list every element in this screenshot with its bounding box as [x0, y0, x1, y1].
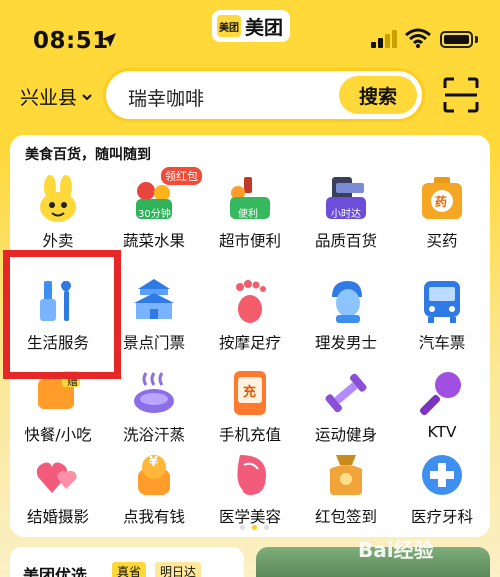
page-dot: [240, 525, 245, 530]
convenience-tag: 便利: [238, 209, 258, 220]
youxuan-banner[interactable]: 美团优选 真省 明日达: [10, 547, 244, 577]
category-label: 理发男士: [314, 334, 377, 352]
bus-icon: [418, 277, 466, 325]
yuan-tag: ¥: [149, 455, 159, 470]
temple-icon: [130, 277, 178, 325]
battery-tip: [475, 36, 478, 43]
category-supermarket[interactable]: 便利 超市便利: [202, 175, 298, 275]
category-label: 运动健身: [314, 426, 377, 444]
spa-icon: [130, 369, 178, 417]
category-quality-goods[interactable]: 小时达 品质百货: [298, 175, 394, 275]
microphone-icon: [418, 369, 466, 417]
youxuan-title: 美团优选: [23, 566, 88, 577]
category-label: 超市便利: [218, 232, 281, 250]
category-medical-beauty[interactable]: 医学美容: [202, 451, 298, 551]
wifi-icon: [405, 28, 431, 48]
man-head-icon: [322, 277, 370, 325]
category-label: 按摩足疗: [218, 334, 281, 352]
category-bus-tickets[interactable]: 汽车票: [394, 277, 490, 377]
chevron-down-icon: [82, 93, 92, 100]
category-label: 蔬菜水果: [122, 232, 185, 250]
watermark: Bai经验: [358, 538, 434, 562]
app-logo-badge: 美团: [217, 15, 241, 37]
location-selector[interactable]: 兴业县: [20, 83, 93, 110]
red-packet-icon: [322, 451, 370, 499]
dumbbell-icon: [322, 369, 370, 417]
category-label: 外卖: [42, 232, 74, 250]
category-label: 医疗牙科: [410, 508, 473, 526]
category-label: 红包签到: [314, 508, 377, 526]
page-dot-active: [252, 525, 257, 530]
highlight-box: [3, 250, 121, 379]
category-label: 医学美容: [218, 508, 281, 526]
youxuan-tag-save: 真省: [112, 562, 147, 577]
scan-icon[interactable]: [442, 76, 480, 114]
app-logo-text: 美团: [245, 16, 284, 39]
battery-icon: [440, 31, 473, 48]
app-logo: 美团 美团: [212, 10, 290, 42]
clock: 08:51: [33, 28, 109, 54]
delivery-time-badge: 30分钟: [138, 209, 171, 220]
red-packet-badge: 领红包: [161, 167, 202, 185]
category-medicine[interactable]: 药 买药: [394, 175, 490, 275]
search-bar[interactable]: 瑞幸咖啡 搜索: [103, 68, 425, 122]
category-massage[interactable]: 按摩足疗: [202, 277, 298, 377]
beauty-icon: [226, 451, 274, 499]
category-barber[interactable]: 理发男士: [298, 277, 394, 377]
page-indicator: [240, 525, 269, 530]
category-label: 洗浴汗蒸: [122, 426, 185, 444]
hearts-icon: [34, 451, 82, 499]
rabbit-icon: [34, 175, 82, 223]
cellular-signal-icon: [371, 30, 397, 48]
hour-delivery-tag: 小时达: [331, 209, 361, 220]
medicine-tag: 药: [435, 195, 448, 209]
search-input[interactable]: 瑞幸咖啡: [128, 84, 204, 111]
location-label: 兴业县: [20, 87, 78, 109]
category-label: 手机充值: [218, 426, 281, 444]
page-dot: [264, 525, 269, 530]
recharge-tag: 充: [243, 385, 257, 400]
search-button[interactable]: 搜索: [339, 76, 417, 114]
card-subtitle: 美食百货，随叫随到: [25, 147, 151, 163]
category-wedding-photo[interactable]: 结婚摄影: [10, 451, 106, 551]
category-label: 点我有钱: [122, 508, 185, 526]
location-arrow-icon: [102, 33, 116, 47]
category-label: 汽车票: [418, 334, 466, 352]
category-label: KTV: [427, 423, 457, 441]
category-earn-money[interactable]: ¥ 点我有钱: [106, 451, 202, 551]
medical-cross-icon: [418, 451, 466, 499]
category-label: 品质百货: [314, 232, 377, 250]
category-label: 结婚摄影: [26, 508, 89, 526]
category-label: 买药: [426, 232, 458, 250]
foot-icon: [226, 277, 274, 325]
category-label: 快餐/小吃: [24, 426, 92, 444]
youxuan-tag-nextday: 明日达: [155, 562, 202, 577]
